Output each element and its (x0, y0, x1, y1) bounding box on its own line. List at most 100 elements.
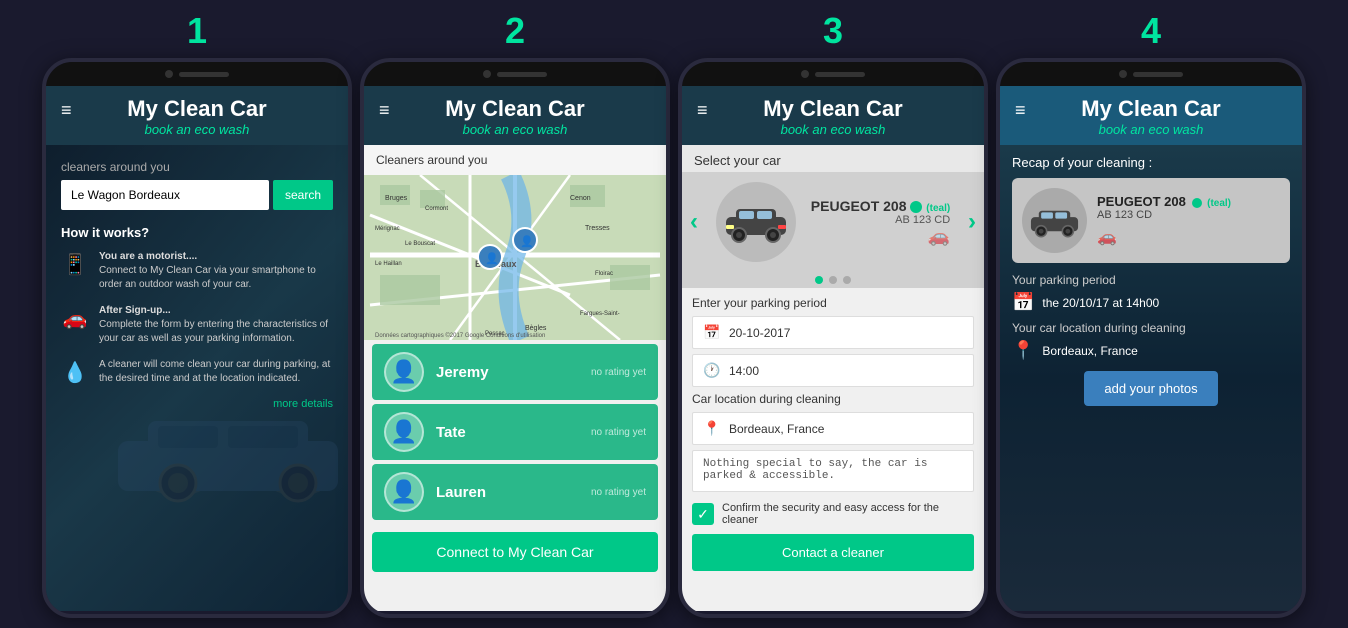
cleaner-name-jeremy: Jeremy (436, 364, 579, 381)
app-subtitle-4: book an eco wash (1099, 122, 1204, 137)
location-field[interactable]: 📍 Bordeaux, France (692, 412, 974, 445)
dot-1 (815, 276, 823, 284)
speaker-3 (815, 72, 865, 77)
screen-2-wrapper: 2 ≡ My Clean Car book an eco wash Cleane… (360, 10, 670, 618)
dot-3 (843, 276, 851, 284)
recap-location-icon: 📍 (1012, 340, 1034, 361)
screen-number-2: 2 (505, 10, 525, 52)
cleaner-item-tate[interactable]: 👤 Tate no rating yet (372, 404, 658, 460)
car-slider: ‹ (682, 172, 984, 272)
car-thumb-small: 🚗 (811, 226, 950, 247)
menu-icon-2[interactable]: ≡ (379, 100, 390, 121)
car-plate: AB 123 CD (811, 214, 950, 226)
svg-text:👤: 👤 (485, 252, 499, 265)
screen-3-wrapper: 3 ≡ My Clean Car book an eco wash Select… (678, 10, 988, 618)
app-header-1: ≡ My Clean Car book an eco wash (46, 86, 348, 145)
contact-button[interactable]: Contact a cleaner (692, 534, 974, 571)
add-photos-button[interactable]: add your photos (1084, 371, 1217, 406)
recap-car-card: PEUGEOT 208 (teal) AB 123 CD 🚗 (1012, 178, 1290, 263)
map-bg: Bruges Le Haillan Cormont Le Bouscat Mér… (364, 175, 666, 340)
search-row: search (61, 180, 333, 210)
screen-number-1: 1 (187, 10, 207, 52)
screen-number-3: 3 (823, 10, 843, 52)
app-header-4: ≡ My Clean Car book an eco wash (1000, 86, 1302, 145)
recap-car-svg (1027, 201, 1082, 241)
car-name: PEUGEOT 208 (teal) (811, 198, 950, 214)
how-text-3: A cleaner will come clean your car durin… (99, 358, 333, 386)
recap-location-title: Your car location during cleaning (1012, 321, 1290, 335)
app-subtitle-1: book an eco wash (145, 122, 250, 137)
screen-4-wrapper: 4 ≡ My Clean Car book an eco wash Recap … (996, 10, 1306, 618)
cleaner-item-jeremy[interactable]: 👤 Jeremy no rating yet (372, 344, 658, 400)
menu-icon-4[interactable]: ≡ (1015, 100, 1026, 121)
how-item-1: 📱 You are a motorist....Connect to My Cl… (61, 250, 333, 292)
dots-row (682, 272, 984, 288)
how-it-works-title: How it works? (61, 225, 333, 240)
app-subtitle-2: book an eco wash (463, 122, 568, 137)
camera-4 (1119, 70, 1127, 78)
car-circle (716, 182, 796, 262)
speaker-1 (179, 72, 229, 77)
cleaner-name-tate: Tate (436, 424, 579, 441)
app-title-1: My Clean Car (127, 96, 266, 122)
screen1-inner: cleaners around you search How it works?… (46, 145, 348, 425)
svg-text:Bruges: Bruges (385, 195, 408, 202)
recap-car-circle (1022, 188, 1087, 253)
car-display: PEUGEOT 208 (teal) AB 123 CD 🚗 (716, 182, 950, 262)
svg-text:Tresses: Tresses (585, 225, 610, 232)
parking-period-label: Enter your parking period (692, 296, 974, 310)
connect-button[interactable]: Connect to My Clean Car (372, 532, 658, 572)
notes-textarea[interactable]: Nothing special to say, the car is parke… (692, 450, 974, 492)
screen1-content: cleaners around you search How it works?… (46, 145, 348, 611)
menu-icon-3[interactable]: ≡ (697, 100, 708, 121)
screen-number-4: 4 (1141, 10, 1161, 52)
car-next-arrow[interactable]: › (968, 208, 976, 236)
cleaner-avatar-tate: 👤 (384, 412, 424, 452)
search-button[interactable]: search (273, 180, 333, 210)
more-details-link[interactable]: more details (61, 398, 333, 410)
cleaner-item-lauren[interactable]: 👤 Lauren no rating yet (372, 464, 658, 520)
app-header-3: ≡ My Clean Car book an eco wash (682, 86, 984, 145)
cleaner-name-lauren: Lauren (436, 484, 579, 501)
recap-calendar-icon: 📅 (1012, 292, 1034, 313)
car-prev-arrow[interactable]: ‹ (690, 208, 698, 236)
water-icon: 💧 (61, 360, 89, 385)
select-car-label: Select your car (682, 145, 984, 172)
location-label: Car location during cleaning (692, 392, 974, 406)
app-title-3: My Clean Car (763, 96, 902, 122)
date-field[interactable]: 📅 20-10-2017 (692, 316, 974, 349)
cleaner-list: 👤 Jeremy no rating yet 👤 Tate no rating … (364, 344, 666, 520)
phone-top-bar-3 (682, 62, 984, 86)
cleaner-avatar-jeremy: 👤 (384, 352, 424, 392)
recap-car-plate: AB 123 CD (1097, 209, 1280, 221)
clock-icon: 🕐 (703, 362, 721, 379)
car-icon: 🚗 (61, 306, 89, 331)
recap-parking-block: Your parking period 📅 the 20/10/17 at 14… (1012, 273, 1290, 313)
camera-3 (801, 70, 809, 78)
svg-text:Mérignac: Mérignac (375, 226, 400, 232)
time-field[interactable]: 🕐 14:00 (692, 354, 974, 387)
phone-3: ≡ My Clean Car book an eco wash Select y… (678, 58, 988, 618)
recap-car-info: PEUGEOT 208 (teal) AB 123 CD 🚗 (1097, 194, 1280, 247)
recap-parking-row: 📅 the 20/10/17 at 14h00 (1012, 292, 1290, 313)
recap-label: Recap of your cleaning : (1012, 155, 1290, 170)
how-text-1: You are a motorist....Connect to My Clea… (99, 250, 333, 292)
cleaners-label: cleaners around you (61, 160, 333, 174)
phone-top-bar-2 (364, 62, 666, 86)
recap-parking-value: the 20/10/17 at 14h00 (1042, 296, 1159, 310)
confirm-checkbox[interactable]: ✓ (692, 503, 714, 525)
camera-2 (483, 70, 491, 78)
recap-parking-title: Your parking period (1012, 273, 1290, 287)
location-icon: 📍 (703, 420, 721, 437)
time-value: 14:00 (729, 364, 759, 378)
svg-text:Bègles: Bègles (525, 325, 547, 332)
recap-location-block: Your car location during cleaning 📍 Bord… (1012, 321, 1290, 361)
phone-top-bar-4 (1000, 62, 1302, 86)
cleaner-rating-jeremy: no rating yet (591, 367, 646, 378)
app-title-4: My Clean Car (1081, 96, 1220, 122)
how-text-2: After Sign-up...Complete the form by ent… (99, 304, 333, 346)
svg-text:Le Haillan: Le Haillan (375, 261, 402, 267)
app-title-2: My Clean Car (445, 96, 584, 122)
menu-icon-1[interactable]: ≡ (61, 100, 72, 121)
search-input[interactable] (61, 180, 269, 210)
